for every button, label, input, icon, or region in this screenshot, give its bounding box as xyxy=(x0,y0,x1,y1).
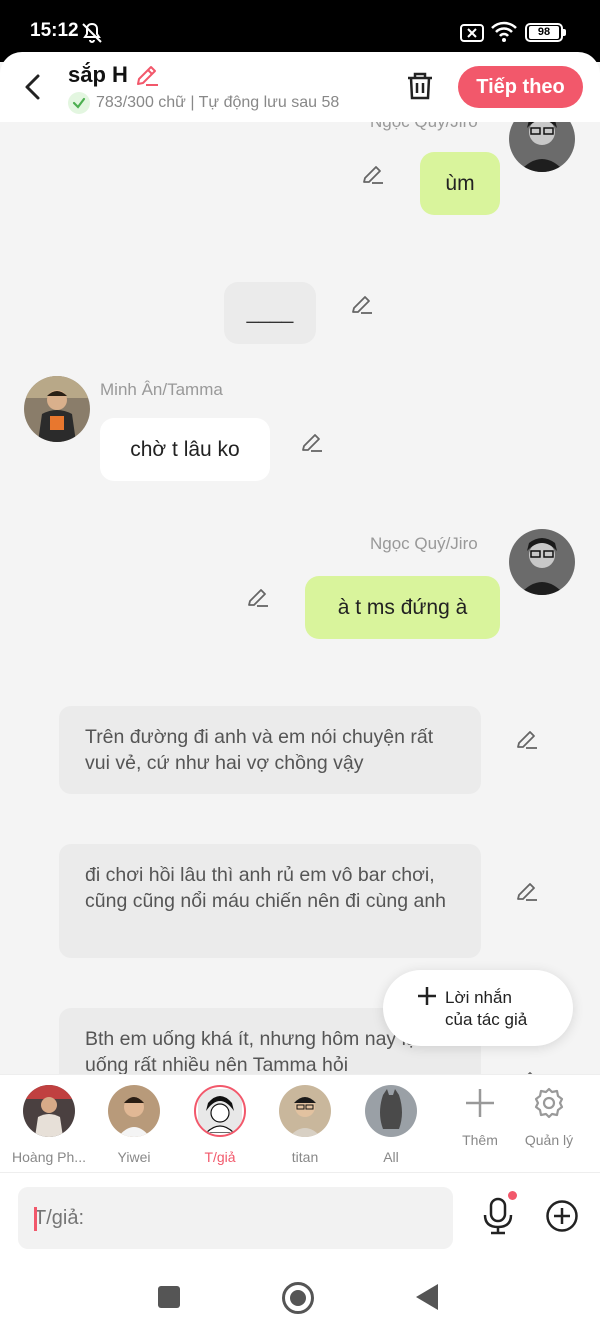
battery-icon: 98 xyxy=(525,23,566,42)
back-button[interactable] xyxy=(416,1284,438,1310)
add-label: Thêm xyxy=(462,1132,498,1148)
home-button[interactable] xyxy=(282,1282,314,1314)
plus-icon xyxy=(418,987,436,1005)
story-title[interactable]: sắp H xyxy=(68,62,128,88)
save-status: 783/300 chữ | Tự động lưu sau 58 xyxy=(68,92,339,114)
character-label: Yiwei xyxy=(117,1149,151,1165)
gear-icon xyxy=(534,1087,564,1119)
speaker-name: Ngọc Quý/Jiro xyxy=(370,122,478,132)
character-label: titan xyxy=(291,1149,319,1165)
edit-message-icon[interactable] xyxy=(515,727,539,751)
narration-bubble[interactable]: đi chơi hồi lâu thì anh rủ em vô bar chơ… xyxy=(59,844,481,958)
back-arrow-icon[interactable] xyxy=(20,72,48,102)
avatar xyxy=(365,1085,417,1137)
word-count-text: 783/300 chữ | Tự động lưu sau 58 xyxy=(96,94,340,111)
plus-icon xyxy=(466,1089,494,1117)
speaker-name: Ngọc Quý/Jiro xyxy=(370,534,478,553)
clock: 15:12 xyxy=(30,20,79,41)
character-author[interactable]: T/giả xyxy=(180,1085,260,1165)
editor-header: sắp H 783/300 chữ | Tự động lưu sau 58 T… xyxy=(0,52,600,122)
character-all[interactable]: All xyxy=(351,1085,431,1165)
compose-bar xyxy=(0,1172,600,1262)
avatar xyxy=(279,1085,331,1137)
sim-off-icon xyxy=(460,24,484,42)
recents-button[interactable] xyxy=(158,1286,180,1308)
message-bubble[interactable]: chờ t lâu ko xyxy=(100,418,270,481)
system-nav-bar xyxy=(0,1262,600,1333)
avatar xyxy=(108,1085,160,1137)
speaker-name: Minh Ân/Tamma xyxy=(100,380,223,399)
character-titan[interactable]: titan xyxy=(265,1085,345,1165)
character-label: All xyxy=(383,1149,399,1165)
character-label: Hoàng Ph... xyxy=(12,1149,86,1165)
author-note-label: của tác giả xyxy=(445,1010,528,1029)
message-bubble[interactable]: à t ms đứng à xyxy=(305,576,500,639)
edit-message-icon[interactable] xyxy=(361,162,385,186)
chat-area[interactable]: Ngọc Quý/Jiro ùm ____ Minh Ân/Tamma chờ … xyxy=(0,122,600,1074)
character-label: T/giả xyxy=(204,1149,236,1165)
character-yiwei[interactable]: Yiwei xyxy=(94,1085,174,1165)
narration-bubble[interactable]: ____ xyxy=(224,282,316,344)
author-note-button[interactable]: Lời nhắn của tác giả xyxy=(383,970,573,1046)
trash-icon[interactable] xyxy=(404,70,436,102)
check-icon xyxy=(68,92,90,114)
microphone-icon[interactable] xyxy=(482,1197,514,1235)
avatar-tamma[interactable] xyxy=(24,376,90,442)
narration-bubble[interactable]: Trên đường đi anh và em nói chuyện rất v… xyxy=(59,706,481,794)
character-hoang[interactable]: Hoàng Ph... xyxy=(9,1085,89,1165)
author-note-label: Lời nhắn xyxy=(445,988,512,1007)
next-button[interactable]: Tiếp theo xyxy=(458,66,583,108)
edit-title-icon[interactable] xyxy=(134,62,160,88)
title-row: sắp H xyxy=(68,62,160,88)
add-character-button[interactable]: Thêm xyxy=(445,1087,515,1148)
avatar xyxy=(194,1085,246,1137)
avatar xyxy=(23,1085,75,1137)
do-not-disturb-icon xyxy=(82,22,102,43)
edit-message-icon[interactable] xyxy=(350,292,374,316)
message-input[interactable] xyxy=(18,1187,453,1249)
edit-message-icon[interactable] xyxy=(300,430,324,454)
edit-message-icon[interactable] xyxy=(246,585,270,609)
battery-level: 98 xyxy=(529,26,559,39)
character-selector: Hoàng Ph... Yiwei T/giả titan All Thêm Q… xyxy=(0,1074,600,1172)
avatar-jiro[interactable] xyxy=(509,529,575,595)
manage-characters-button[interactable]: Quản lý xyxy=(514,1087,584,1148)
wifi-icon xyxy=(491,21,517,42)
notification-dot xyxy=(508,1191,517,1200)
add-circle-icon[interactable] xyxy=(545,1199,579,1233)
edit-message-icon[interactable] xyxy=(515,879,539,903)
manage-label: Quản lý xyxy=(524,1132,574,1148)
message-bubble[interactable]: ùm xyxy=(420,152,500,215)
avatar-jiro[interactable] xyxy=(509,122,575,172)
text-caret xyxy=(34,1207,37,1231)
